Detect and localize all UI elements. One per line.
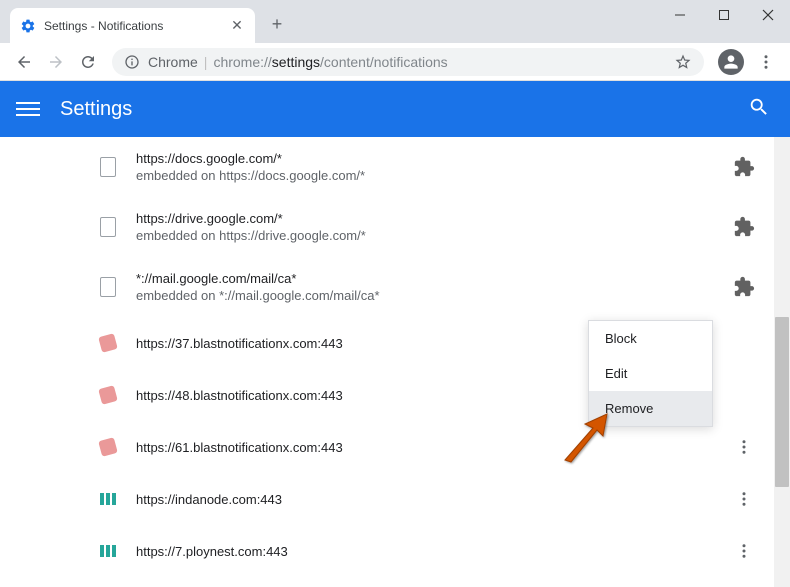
site-favicon-icon [98, 217, 118, 237]
site-url: https://indanode.com:443 [136, 492, 732, 507]
tab-title: Settings - Notifications [44, 19, 229, 33]
site-url: https://7.ploynest.com:443 [136, 544, 732, 559]
browser-tab[interactable]: Settings - Notifications ✕ [10, 8, 255, 43]
menu-item-block[interactable]: Block [589, 321, 712, 356]
site-action-dots[interactable] [732, 487, 756, 511]
scrollbar-thumb[interactable] [775, 317, 789, 487]
site-action-hidden [732, 331, 756, 355]
site-row[interactable]: *://mail.google.com/mail/ca* embedded on… [98, 257, 756, 317]
site-row[interactable]: https://indanode.com:443 [98, 473, 756, 525]
site-url: https://docs.google.com/* [136, 151, 732, 166]
site-url: https://61.blastnotificationx.com:443 [136, 440, 732, 455]
site-subtitle: embedded on https://docs.google.com/* [136, 168, 732, 183]
site-url: https://drive.google.com/* [136, 211, 732, 226]
site-action-puzzle [732, 155, 756, 179]
hamburger-menu-icon[interactable] [16, 97, 40, 121]
site-favicon-icon [98, 541, 118, 561]
search-icon[interactable] [748, 96, 770, 123]
site-favicon-icon [98, 277, 118, 297]
site-favicon-icon [98, 385, 118, 405]
site-favicon-icon [98, 437, 118, 457]
maximize-button[interactable] [702, 0, 746, 30]
site-subtitle: embedded on *://mail.google.com/mail/ca* [136, 288, 732, 303]
reload-button[interactable] [72, 46, 104, 78]
tab-close-icon[interactable]: ✕ [229, 18, 245, 34]
settings-header: Settings [0, 81, 790, 137]
window-titlebar: Settings - Notifications ✕ + [0, 0, 790, 43]
forward-button[interactable] [40, 46, 72, 78]
address-bar[interactable]: Chrome | chrome://settings/content/notif… [112, 48, 704, 76]
site-row[interactable]: https://docs.google.com/* embedded on ht… [98, 137, 756, 197]
site-info: https://docs.google.com/* embedded on ht… [136, 151, 732, 183]
close-window-button[interactable] [746, 0, 790, 30]
annotation-arrow [555, 410, 615, 475]
settings-gear-icon [20, 18, 36, 34]
site-action-puzzle [732, 215, 756, 239]
new-tab-button[interactable]: + [263, 10, 291, 38]
site-info: https://drive.google.com/* embedded on h… [136, 211, 732, 243]
site-row[interactable]: https://7.ploynest.com:443 [98, 525, 756, 577]
chrome-menu-button[interactable] [750, 46, 782, 78]
page-title: Settings [60, 98, 132, 121]
url-display: Chrome | chrome://settings/content/notif… [148, 54, 448, 70]
site-favicon-icon [98, 157, 118, 177]
site-info-icon[interactable] [124, 54, 140, 70]
site-url: *://mail.google.com/mail/ca* [136, 271, 732, 286]
profile-avatar-button[interactable] [718, 49, 744, 75]
minimize-button[interactable] [658, 0, 702, 30]
site-info: *://mail.google.com/mail/ca* embedded on… [136, 271, 732, 303]
site-action-dots[interactable] [732, 435, 756, 459]
site-action-dots[interactable] [732, 539, 756, 563]
menu-item-edit[interactable]: Edit [589, 356, 712, 391]
site-favicon-icon [98, 333, 118, 353]
site-row[interactable]: https://61.blastnotificationx.com:443 [98, 421, 756, 473]
site-row[interactable]: https://drive.google.com/* embedded on h… [98, 197, 756, 257]
site-favicon-icon [98, 489, 118, 509]
site-info: https://7.ploynest.com:443 [136, 544, 732, 559]
scrollbar[interactable] [774, 137, 790, 587]
site-subtitle: embedded on https://drive.google.com/* [136, 228, 732, 243]
site-action-puzzle [732, 275, 756, 299]
bookmark-star-icon[interactable] [674, 53, 692, 71]
site-info: https://61.blastnotificationx.com:443 [136, 440, 732, 455]
back-button[interactable] [8, 46, 40, 78]
site-info: https://indanode.com:443 [136, 492, 732, 507]
site-action-hidden [732, 383, 756, 407]
window-controls [658, 0, 790, 30]
browser-toolbar: Chrome | chrome://settings/content/notif… [0, 43, 790, 81]
